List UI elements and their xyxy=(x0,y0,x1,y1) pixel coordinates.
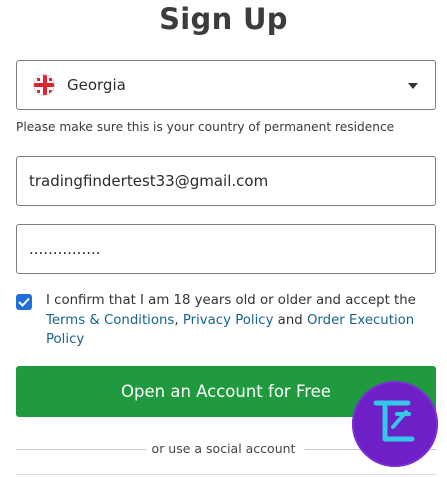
check-icon xyxy=(18,297,30,307)
consent-and: and xyxy=(273,312,307,328)
consent-text-start: I confirm that I am 18 years old or olde… xyxy=(46,293,416,308)
residence-hint: Please make sure this is your country of… xyxy=(16,120,395,134)
country-select[interactable]: Georgia xyxy=(16,60,436,110)
divider-bottom xyxy=(16,474,436,475)
terms-link[interactable]: Terms & Conditions xyxy=(46,313,174,328)
tradingfinder-logo-icon xyxy=(352,381,438,467)
chevron-down-icon xyxy=(408,83,418,89)
consent-text: I confirm that I am 18 years old or olde… xyxy=(46,291,430,350)
privacy-policy-link[interactable]: Privacy Policy xyxy=(183,313,274,328)
consent-separator: , xyxy=(174,312,183,328)
email-field[interactable] xyxy=(16,156,436,206)
country-value: Georgia xyxy=(67,76,126,94)
page-title: Sign Up xyxy=(159,2,288,36)
georgia-flag-icon xyxy=(33,74,55,96)
consent-checkbox[interactable] xyxy=(16,294,32,310)
password-field[interactable] xyxy=(16,224,436,274)
